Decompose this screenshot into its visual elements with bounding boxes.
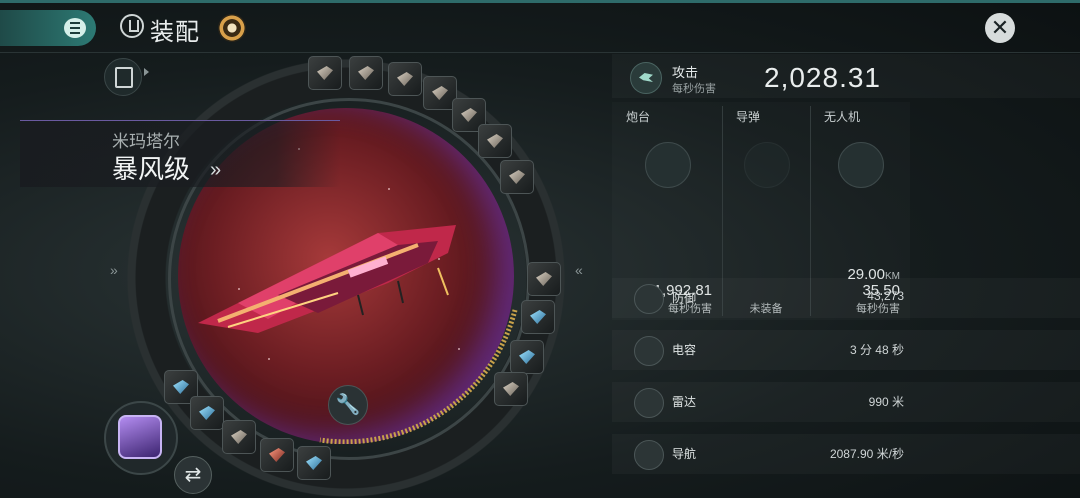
drone-title: 无人机	[824, 110, 861, 124]
cargo-icon	[118, 415, 162, 459]
capacitor-icon	[634, 336, 664, 366]
drone-icon	[838, 142, 884, 188]
high-slot-7[interactable]	[500, 160, 534, 194]
missile-title: 导弹	[736, 110, 761, 124]
header-divider	[0, 52, 1080, 53]
swap-icon: ⇄	[184, 464, 202, 486]
fitting-icon	[120, 14, 144, 38]
ship-name-panel[interactable]: 米玛塔尔 暴风级 »	[20, 120, 340, 187]
radar-icon	[634, 388, 664, 418]
high-slot-2[interactable]	[349, 56, 383, 90]
ring-left-chevron[interactable]: »	[110, 262, 118, 278]
shield-icon	[634, 284, 664, 314]
turret-icon	[645, 142, 691, 188]
top-accent-line	[0, 0, 1080, 3]
attack-row[interactable]: 攻击 每秒伤害 2,028.31	[612, 54, 1080, 98]
turret-title: 炮台	[626, 110, 651, 124]
swap-ship-button[interactable]: ⇄	[174, 456, 212, 494]
stat-row-radar[interactable]: 雷达 990 米	[612, 382, 1080, 422]
attack-value: 2,028.31	[764, 62, 881, 93]
stat-value: 43,273	[867, 289, 904, 303]
stat-label: 电容	[672, 343, 697, 357]
stat-row-navigation[interactable]: 导航 2087.90 米/秒	[612, 434, 1080, 474]
high-slot-6[interactable]	[478, 124, 512, 158]
mid-slot-2[interactable]	[521, 300, 555, 334]
stat-row-defense[interactable]: 防御 43,273	[612, 278, 1080, 318]
stat-value: 3 分 48 秒	[849, 343, 904, 357]
missile-icon	[744, 142, 790, 188]
stat-row-capacitor[interactable]: 电容 3 分 48 秒	[612, 330, 1080, 370]
low-slot-5[interactable]	[297, 446, 331, 480]
menu-button[interactable]	[0, 10, 96, 46]
mid-slot-3[interactable]	[510, 340, 544, 374]
close-icon: ✕	[990, 15, 1010, 40]
fitting-notes-button[interactable]	[104, 58, 142, 96]
stat-value: 2087.90 米/秒	[829, 447, 904, 461]
attack-icon	[630, 62, 662, 94]
ring-right-chevron[interactable]: «	[575, 262, 583, 278]
wrench-icon: 🔧	[335, 394, 361, 416]
expand-arrow-icon	[144, 68, 149, 76]
ship-details-arrow: »	[210, 159, 222, 181]
ship-name: 暴风级	[112, 154, 191, 184]
stat-label: 雷达	[672, 395, 697, 409]
stats-panel: 攻击 每秒伤害 2,028.31 炮台 1,992.81 每秒伤害 导弹 未装备…	[612, 54, 1080, 498]
attack-label: 攻击	[672, 65, 699, 80]
low-slot-4[interactable]	[260, 438, 294, 472]
mid-slot-1[interactable]	[527, 262, 561, 296]
high-slot-1[interactable]	[308, 56, 342, 90]
stat-value: 990 米	[868, 395, 904, 409]
close-button[interactable]: ✕	[985, 13, 1015, 43]
page-title: 装配	[150, 18, 200, 46]
low-slot-2[interactable]	[190, 396, 224, 430]
cargo-button[interactable]	[104, 401, 178, 475]
stat-label: 导航	[672, 447, 697, 461]
skill-badge-icon[interactable]	[218, 14, 246, 42]
stat-label: 防御	[672, 291, 697, 305]
mid-slot-4[interactable]	[494, 372, 528, 406]
low-slot-3[interactable]	[222, 420, 256, 454]
high-slot-3[interactable]	[388, 62, 422, 96]
attack-sub: 每秒伤害	[672, 83, 716, 95]
menu-icon	[64, 18, 86, 38]
navigation-icon	[634, 440, 664, 470]
wrench-button[interactable]: 🔧	[328, 385, 368, 425]
